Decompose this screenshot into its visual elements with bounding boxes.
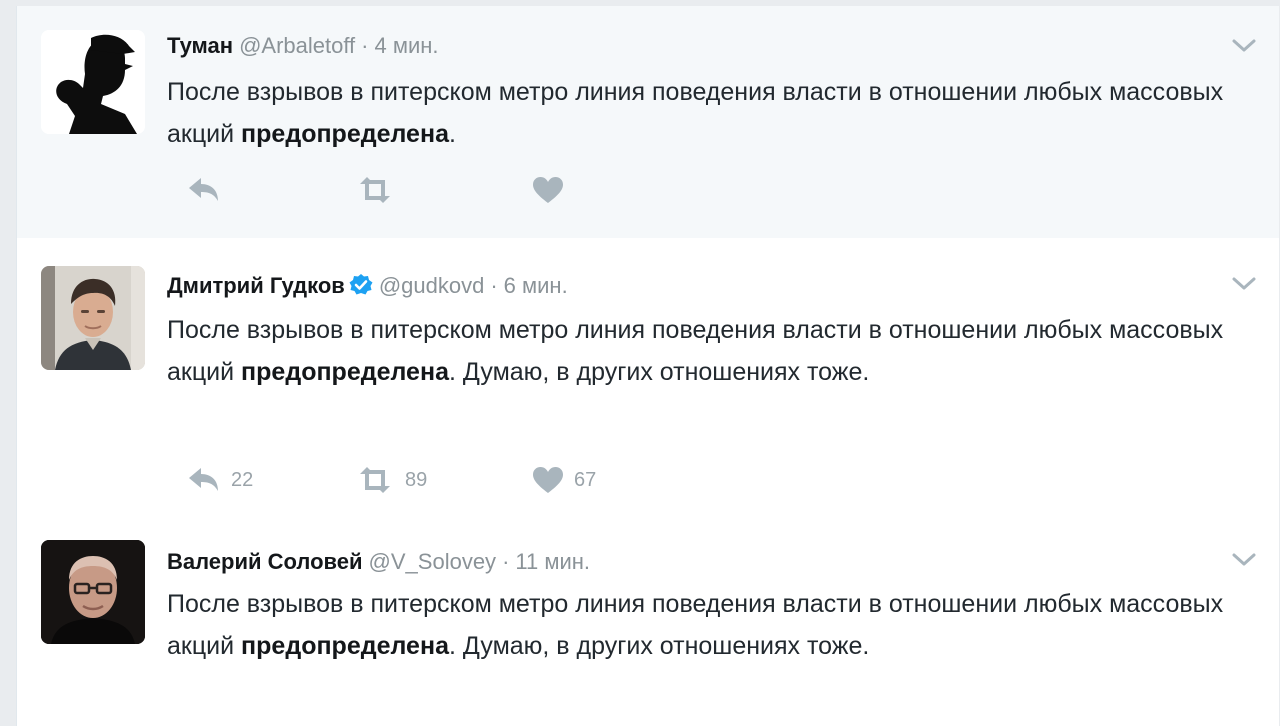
timestamp[interactable]: 4 мин.: [375, 33, 439, 58]
tweet-header: Туман @Arbaletoff · 4 мин.: [167, 28, 439, 64]
tweet-header: Валерий Соловей @V_Solovey · 11 мин.: [167, 544, 590, 580]
chevron-down-icon[interactable]: [1231, 276, 1257, 292]
timestamp[interactable]: 11 мин.: [515, 549, 590, 574]
retweet-icon: [360, 467, 390, 493]
tweet-card[interactable]: Туман @Arbaletoff · 4 мин. После взрывов в …: [17, 6, 1279, 239]
tweet-text-part: . Думаю, в других отношениях тоже.: [448, 632, 870, 660]
retweet-count: 89: [405, 468, 428, 491]
tweet-card[interactable]: Дмитрий Гудков @gudkovd · 6 мин. После взры…: [17, 238, 1279, 517]
portrait-avatar-image: [41, 540, 145, 644]
tweet-header: Дмитрий Гудков @gudkovd · 6 мин.: [167, 268, 568, 304]
heart-icon: [533, 467, 563, 493]
reply-button[interactable]: 22: [185, 460, 253, 500]
tweet-feed: Туман @Arbaletoff · 4 мин. После взрывов в …: [16, 6, 1279, 726]
chevron-down-icon[interactable]: [1231, 552, 1257, 568]
retweet-button[interactable]: 89: [355, 460, 427, 500]
tweet-text-part: . Думаю, в других отношениях тоже.: [448, 358, 870, 386]
avatar[interactable]: [41, 540, 145, 644]
avatar[interactable]: [41, 30, 145, 134]
timestamp[interactable]: 6 мин.: [504, 273, 568, 298]
like-count: 67: [574, 468, 597, 491]
reply-icon: [189, 468, 218, 491]
tweet-text-part: .: [448, 120, 456, 148]
tweet-text-bold: предопределена: [241, 120, 449, 148]
retweet-button[interactable]: [355, 170, 395, 210]
author-handle[interactable]: @V_Solovey: [369, 549, 497, 574]
avatar[interactable]: [41, 266, 145, 370]
author-name[interactable]: Валерий Соловей: [167, 549, 363, 574]
verified-badge-icon: [349, 273, 373, 297]
tweet-text: После взрывов в питерском метро линия по…: [167, 309, 1227, 393]
author-name[interactable]: Туман: [167, 33, 233, 58]
tweet-text: После взрывов в питерском метро линия по…: [167, 583, 1227, 667]
tweet-text: После взрывов в питерском метро линия по…: [167, 71, 1227, 155]
silhouette-avatar-image: [41, 30, 145, 134]
author-name[interactable]: Дмитрий Гудков: [167, 273, 345, 298]
portrait-avatar-image: [41, 266, 145, 370]
retweet-icon: [360, 177, 390, 203]
separator-dot: ·: [490, 273, 498, 298]
separator-dot: ·: [361, 33, 369, 58]
reply-icon: [189, 178, 218, 201]
like-button[interactable]: [532, 170, 564, 210]
separator-dot: ·: [502, 549, 510, 574]
tweet-text-bold: предопределена: [241, 358, 449, 386]
like-button[interactable]: 67: [532, 460, 596, 500]
author-handle[interactable]: @Arbaletoff: [239, 33, 355, 58]
author-handle[interactable]: @gudkovd: [379, 273, 485, 298]
reply-button[interactable]: [185, 170, 221, 210]
heart-icon: [533, 177, 563, 203]
tweet-card[interactable]: Валерий Соловей @V_Solovey · 11 мин. После …: [17, 516, 1279, 726]
reply-count: 22: [231, 468, 254, 491]
tweet-text-bold: предопределена: [241, 632, 449, 660]
chevron-down-icon[interactable]: [1231, 38, 1257, 54]
